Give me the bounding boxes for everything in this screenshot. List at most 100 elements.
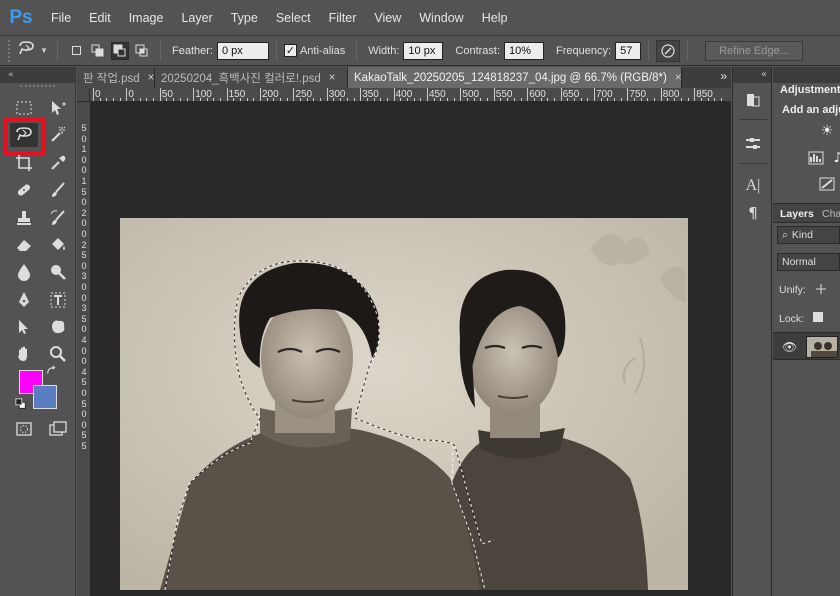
subtract-from-selection-button[interactable] [111,41,129,60]
character-icon: A| [745,177,761,194]
tools-panel-collapse[interactable]: « [0,67,75,83]
history-brush-tool[interactable] [44,206,72,230]
tab-document-1[interactable]: 판 작업.psd × [77,67,155,88]
ruler-minor-tick [166,98,168,101]
blur-tool[interactable] [10,260,38,284]
paragraph-panel-button[interactable]: ¶ [741,202,765,224]
menu-type[interactable]: Type [222,11,267,25]
tab-label: KakaoTalk_20250205_124818237_04.jpg @ 66… [354,71,667,84]
history-panel-button[interactable] [741,89,765,111]
swap-colors-button[interactable] [44,364,60,378]
blend-mode-select[interactable]: Normal [777,253,840,271]
spot-healing-brush-tool[interactable] [10,178,38,202]
menu-filter[interactable]: Filter [320,11,366,25]
magic-wand-tool[interactable] [44,123,72,147]
ruler-tick-label: 5 [81,186,87,197]
menu-image[interactable]: Image [120,11,173,25]
paint-bucket-tool[interactable] [44,233,72,257]
dodge-tool[interactable] [44,260,72,284]
ruler-minor-tick [333,98,335,101]
width-input[interactable]: 10 px [403,41,444,60]
ruler-tick [660,88,662,101]
ruler-tick-label: 0 [81,345,87,356]
tablet-pressure-button[interactable] [656,39,681,62]
adjustments-hint: Add an adju [782,104,840,116]
ruler-tick-label: 5 [81,430,87,441]
background-color-swatch[interactable] [33,385,57,409]
frequency-input[interactable]: 57 [615,41,642,60]
menu-window[interactable]: Window [410,11,472,25]
menu-file[interactable]: File [42,11,80,25]
new-selection-button[interactable] [67,41,85,60]
feather-input[interactable]: 0 px [216,41,269,60]
ruler-minor-tick [406,98,408,101]
zoom-tool[interactable] [44,342,72,366]
ruler-tick-label: 0 [81,133,87,144]
hand-tool[interactable] [10,342,38,366]
quick-mask-button[interactable] [10,417,38,441]
horizontal-ruler[interactable]: 0 0 50 100 150 200 250 300 350 400 450 500 550 600 650… [90,88,731,102]
menu-help[interactable]: Help [473,11,517,25]
photo-canvas[interactable] [120,218,688,590]
tab-layers[interactable]: Layers [780,208,814,220]
clone-stamp-tool[interactable] [10,206,38,230]
dock-expand-button[interactable]: « [733,67,771,83]
contrast-input[interactable]: 10% [504,41,545,60]
tools-grip[interactable] [20,85,55,93]
eye-icon[interactable]: 👁 [782,340,797,354]
tab-document-2[interactable]: 20250204_흑백사진 컬러로!.psd × [155,67,348,88]
layers-panel-tabs: Layers Cha [773,203,840,223]
lock-transparent-pixels-button[interactable] [813,312,823,322]
pen-tool[interactable] [10,288,38,312]
close-icon[interactable]: × [329,72,336,84]
curves-button[interactable]: ♪ [828,149,840,167]
ruler-tick-label: 4 [81,366,87,377]
path-selection-tool[interactable] [10,315,38,339]
close-icon[interactable]: × [675,72,681,84]
move-tool[interactable] [44,96,72,120]
close-icon[interactable]: × [148,72,154,84]
tab-document-active[interactable]: KakaoTalk_20250205_124818237_04.jpg @ 66… [348,67,682,88]
ruler-minor-tick [213,98,215,101]
custom-shape-tool[interactable] [44,315,72,339]
unify-position-button[interactable] [815,283,827,295]
ruler-tick [293,88,295,101]
menu-view[interactable]: View [365,11,410,25]
tab-channels[interactable]: Cha [822,208,840,220]
refine-edge-button[interactable]: Refine Edge... [705,40,803,61]
intersect-selection-button[interactable] [133,41,151,60]
magic-wand-icon [51,126,66,142]
default-colors-button[interactable] [14,397,28,411]
anti-alias-checkbox[interactable]: ✓ [283,44,297,57]
tab-adjustments[interactable]: Adjustments [780,84,840,96]
brush-presets-panel-button[interactable] [741,133,765,155]
eraser-tool[interactable] [10,233,38,257]
canvas-area[interactable] [91,102,731,596]
ruler-minor-tick [386,98,388,101]
ruler-tick-label: 0 [81,154,87,165]
layer-row-background[interactable]: 👁 [773,332,840,360]
eyedropper-tool[interactable] [44,151,72,175]
ruler-tick-label: 0 [81,292,87,303]
hue-saturation-button[interactable] [817,175,837,193]
horizontal-type-tool[interactable] [44,288,72,312]
levels-button[interactable] [806,149,826,167]
layer-filter-kind[interactable]: ⌕ Kind [777,226,840,244]
vertical-ruler[interactable]: 5010015020025030035040045050055 [77,102,91,596]
ruler-origin[interactable] [77,88,90,102]
add-to-selection-button[interactable] [89,41,107,60]
brightness-contrast-button[interactable]: ☀ [817,122,837,140]
ruler-minor-tick [573,98,575,101]
tool-preset-picker[interactable]: ▼ [14,40,50,62]
tabs-overflow-button[interactable]: » [720,69,727,83]
ruler-minor-tick [620,98,622,101]
ruler-minor-tick [266,98,268,101]
ruler-minor-tick [600,98,602,101]
brush-tool[interactable] [44,178,72,202]
character-panel-button[interactable]: A| [741,175,765,197]
screen-mode-button[interactable] [44,417,72,441]
menu-edit[interactable]: Edit [80,11,120,25]
menu-select[interactable]: Select [267,11,320,25]
ruler-tick-label: 250 [295,89,313,100]
menu-layer[interactable]: Layer [172,11,221,25]
